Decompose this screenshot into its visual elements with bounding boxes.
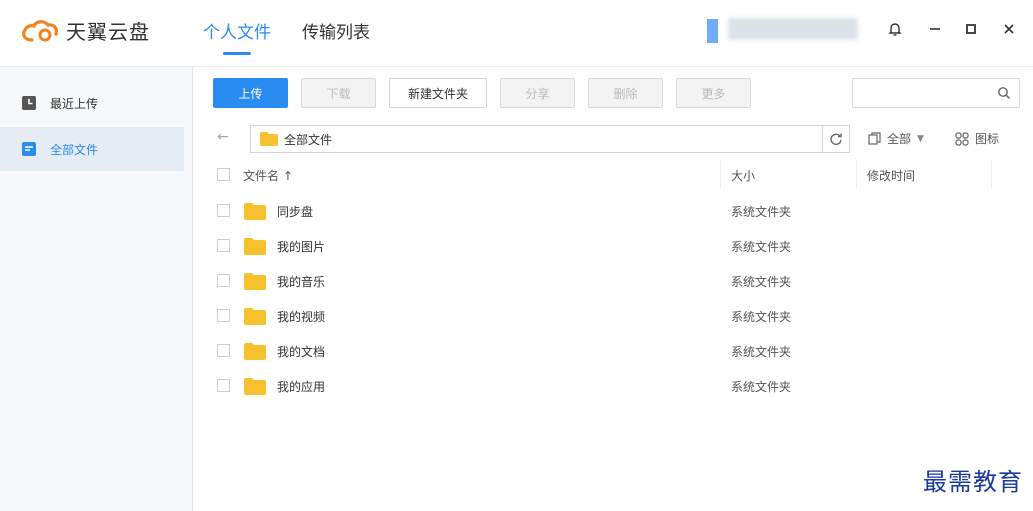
folder-icon — [244, 273, 266, 290]
select-all-checkbox[interactable] — [217, 168, 230, 181]
share-button[interactable]: 分享 — [500, 78, 575, 108]
maximize-icon — [966, 24, 976, 34]
view-mode-toggle[interactable]: 图标 — [955, 130, 999, 147]
path-bar: 全部文件 — [250, 125, 850, 153]
column-divider — [991, 160, 992, 188]
file-list: 同步盘 系统文件夹 我的图片 系统文件夹 我的音乐 系统文件夹 我的视频 系统文… — [193, 194, 1033, 404]
folder-icon — [244, 378, 266, 395]
file-size: 系统文件夹 — [731, 240, 792, 254]
table-row[interactable]: 我的图片 系统文件夹 — [193, 229, 1033, 264]
file-size: 系统文件夹 — [731, 310, 792, 324]
grid-icon — [955, 131, 969, 146]
folder-icon — [244, 308, 266, 325]
folder-icon — [260, 132, 278, 146]
file-size: 系统文件夹 — [731, 275, 792, 289]
folder-icon — [244, 203, 266, 220]
user-account[interactable] — [700, 16, 860, 44]
sidebar-item-recent-uploads[interactable]: 最近上传 — [0, 81, 184, 125]
bell-icon — [888, 23, 902, 36]
filter-label: 全部 — [887, 132, 912, 146]
column-header-name[interactable]: 文件名 ↑ — [243, 167, 293, 184]
chevron-down-icon: ▼ — [917, 133, 924, 144]
search-box — [852, 78, 1020, 108]
tab-label: 传输列表 — [302, 23, 370, 43]
minimize-icon — [930, 28, 940, 30]
row-checkbox[interactable] — [217, 239, 230, 252]
row-checkbox[interactable] — [217, 274, 230, 287]
filter-dropdown[interactable]: 全部 ▼ — [868, 130, 924, 147]
file-name[interactable]: 我的视频 — [277, 308, 325, 325]
table-row[interactable]: 同步盘 系统文件夹 — [193, 194, 1033, 229]
row-checkbox[interactable] — [217, 309, 230, 322]
close-button[interactable] — [996, 16, 1022, 42]
table-row[interactable]: 我的音乐 系统文件夹 — [193, 264, 1033, 299]
refresh-button[interactable] — [822, 126, 849, 152]
tab-personal-files[interactable]: 个人文件 — [203, 18, 271, 55]
avatar — [707, 19, 718, 43]
top-bar: 天翼云盘 个人文件 传输列表 — [0, 0, 1033, 67]
back-arrow-icon[interactable]: ← — [217, 129, 229, 145]
app-name: 天翼云盘 — [66, 20, 150, 44]
breadcrumb[interactable]: 全部文件 — [284, 131, 332, 148]
upload-button[interactable]: 上传 — [213, 78, 288, 108]
row-checkbox[interactable] — [217, 204, 230, 217]
file-name[interactable]: 我的文档 — [277, 343, 325, 360]
file-size: 系统文件夹 — [731, 345, 792, 359]
file-size: 系统文件夹 — [731, 205, 792, 219]
column-divider — [856, 160, 857, 188]
row-checkbox[interactable] — [217, 379, 230, 392]
copy-icon — [868, 132, 881, 145]
close-icon — [1004, 24, 1014, 34]
column-divider — [720, 160, 721, 188]
minimize-button[interactable] — [922, 16, 948, 42]
download-button[interactable]: 下载 — [301, 78, 376, 108]
sidebar-item-label: 全部文件 — [50, 142, 99, 157]
delete-button[interactable]: 删除 — [588, 78, 663, 108]
user-name-blurred — [728, 18, 858, 40]
table-row[interactable]: 我的应用 系统文件夹 — [193, 369, 1033, 404]
new-folder-button[interactable]: 新建文件夹 — [389, 78, 487, 108]
refresh-icon — [830, 133, 842, 145]
search-input[interactable] — [859, 79, 993, 107]
folder-icon — [244, 343, 266, 360]
column-header-size[interactable]: 大小 — [731, 167, 755, 184]
view-mode-label: 图标 — [975, 132, 1000, 146]
maximize-button[interactable] — [958, 16, 984, 42]
folder-icon — [22, 142, 36, 156]
active-tab-indicator — [223, 52, 251, 55]
file-name[interactable]: 我的应用 — [277, 378, 325, 395]
table-row[interactable]: 我的文档 系统文件夹 — [193, 334, 1033, 369]
sidebar-item-label: 最近上传 — [50, 96, 99, 111]
watermark: 最需教育 — [923, 468, 1023, 496]
table-header: 文件名 ↑ 大小 修改时间 — [193, 160, 1033, 190]
more-button[interactable]: 更多 — [676, 78, 751, 108]
column-header-modified[interactable]: 修改时间 — [867, 167, 915, 184]
row-checkbox[interactable] — [217, 344, 230, 357]
tab-transfer-list[interactable]: 传输列表 — [302, 18, 370, 43]
file-name[interactable]: 同步盘 — [277, 203, 313, 220]
cloud-logo-icon — [22, 19, 59, 42]
app-logo: 天翼云盘 — [20, 16, 150, 45]
clock-icon — [22, 96, 36, 110]
sidebar-item-all-files[interactable]: 全部文件 — [0, 127, 184, 171]
tab-label: 个人文件 — [203, 23, 271, 43]
table-row[interactable]: 我的视频 系统文件夹 — [193, 299, 1033, 334]
sidebar: 最近上传 全部文件 — [0, 67, 193, 511]
file-name[interactable]: 我的图片 — [277, 238, 325, 255]
file-name[interactable]: 我的音乐 — [277, 273, 325, 290]
notification-button[interactable] — [882, 16, 908, 42]
search-icon[interactable] — [997, 86, 1011, 100]
folder-icon — [244, 238, 266, 255]
file-size: 系统文件夹 — [731, 380, 792, 394]
